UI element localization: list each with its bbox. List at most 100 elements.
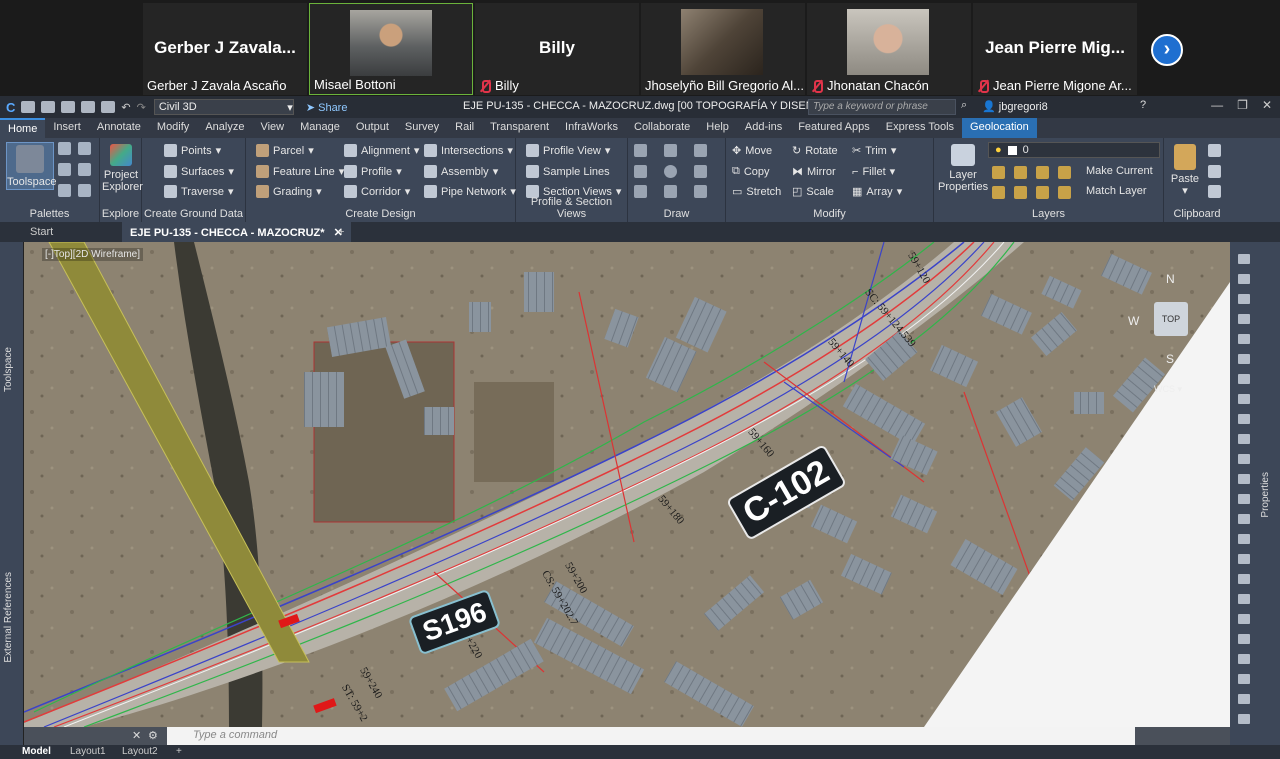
tab-survey[interactable]: Survey xyxy=(397,118,447,138)
minimize-icon[interactable]: — xyxy=(1211,98,1223,112)
match-properties-icon[interactable] xyxy=(1208,185,1221,198)
share-button[interactable]: ➤ Share xyxy=(306,101,348,114)
tool-icon[interactable] xyxy=(1238,394,1250,404)
view-cube[interactable]: TOP xyxy=(1154,302,1188,336)
tab-featured-apps[interactable]: Featured Apps xyxy=(790,118,878,138)
tool-icon[interactable] xyxy=(1238,454,1250,464)
tool-icon[interactable] xyxy=(1238,414,1250,424)
grading-button[interactable]: Grading ▾ xyxy=(256,185,322,198)
line-icon[interactable] xyxy=(634,144,647,157)
tool-icon[interactable] xyxy=(1238,694,1250,704)
intersections-button[interactable]: Intersections ▾ xyxy=(424,144,513,157)
modify-panel-label[interactable]: Modify xyxy=(726,208,933,220)
arc-icon[interactable] xyxy=(694,144,707,157)
palette-icon[interactable] xyxy=(58,163,71,176)
layer-tool-icon[interactable] xyxy=(1058,166,1071,179)
paste-button[interactable]: Paste ▾ xyxy=(1168,144,1202,197)
layers-panel-label[interactable]: Layers xyxy=(934,208,1163,220)
stretch-button[interactable]: ▭ Stretch xyxy=(732,185,781,199)
tab-annotate[interactable]: Annotate xyxy=(89,118,149,138)
next-participants-button[interactable]: › xyxy=(1151,34,1183,66)
cut-icon[interactable] xyxy=(1208,144,1221,157)
sample-lines-button[interactable]: Sample Lines xyxy=(526,165,610,178)
customize-icon[interactable]: ⚙ xyxy=(148,729,158,742)
tab-analyze[interactable]: Analyze xyxy=(197,118,252,138)
layer-tool-icon[interactable] xyxy=(1036,186,1049,199)
fillet-button[interactable]: ⌐ Fillet ▾ xyxy=(852,165,895,179)
tool-icon[interactable] xyxy=(1238,494,1250,504)
viewport-controls-label[interactable]: [-]Top][2D Wireframe] xyxy=(42,248,144,261)
tool-icon[interactable] xyxy=(1238,634,1250,644)
tab-home[interactable]: Home xyxy=(0,118,46,138)
corridor-button[interactable]: Corridor ▾ xyxy=(344,185,410,198)
participant-tile[interactable]: Billy Billy xyxy=(475,3,639,95)
workspace-dropdown[interactable]: Civil 3D ▾ xyxy=(153,99,294,115)
tool-icon[interactable] xyxy=(1238,334,1250,344)
match-layer-button[interactable]: Match Layer xyxy=(1086,185,1147,197)
participant-tile[interactable]: Jhonatan Chacón xyxy=(807,3,971,95)
save-as-icon[interactable] xyxy=(81,101,96,113)
redo-icon[interactable]: ↷ xyxy=(137,101,146,114)
point-icon[interactable] xyxy=(634,165,647,178)
scale-button[interactable]: ◰ Scale xyxy=(792,185,834,199)
app-logo-icon[interactable]: C xyxy=(6,100,15,115)
new-tab-button[interactable]: + xyxy=(330,222,352,242)
command-input[interactable]: Type a command xyxy=(167,727,1135,745)
restore-icon[interactable]: ❐ xyxy=(1237,98,1248,112)
open-file-icon[interactable] xyxy=(41,101,56,113)
project-explorer-button[interactable]: Project Explorer xyxy=(102,144,143,193)
rotate-button[interactable]: ↻ Rotate xyxy=(792,144,838,158)
tab-manage[interactable]: Manage xyxy=(292,118,348,138)
points-button[interactable]: Points ▾ xyxy=(164,144,221,157)
traverse-button[interactable]: Traverse ▾ xyxy=(164,185,234,198)
tab-active-drawing[interactable]: EJE PU-135 - CHECCA - MAZOCRUZ* ✕ xyxy=(122,222,351,242)
wcs-dropdown[interactable]: WCS ▾ xyxy=(1154,384,1182,395)
tab-add-ins[interactable]: Add-ins xyxy=(737,118,790,138)
search-icon[interactable]: ⌕ xyxy=(961,99,967,112)
new-file-icon[interactable] xyxy=(21,101,36,113)
tool-icon[interactable] xyxy=(1238,354,1250,364)
layer-dropdown[interactable]: ● 0 xyxy=(988,142,1160,158)
layer-tool-icon[interactable] xyxy=(1036,166,1049,179)
tool-icon[interactable] xyxy=(1238,614,1250,624)
layer-tool-icon[interactable] xyxy=(1058,186,1071,199)
draw-panel-label[interactable]: Draw xyxy=(628,208,725,220)
tab-output[interactable]: Output xyxy=(348,118,397,138)
palette-icon[interactable] xyxy=(78,163,91,176)
participant-tile[interactable]: Jean Pierre Mig... Jean Pierre Migone Ar… xyxy=(973,3,1137,95)
toolspace-button[interactable]: Toolspace xyxy=(6,142,57,190)
copy-button[interactable]: ⧉ Copy xyxy=(732,165,770,178)
palette-icon[interactable] xyxy=(58,184,71,197)
tool-icon[interactable] xyxy=(1238,714,1250,724)
trim-button[interactable]: ✂ Trim ▾ xyxy=(852,144,896,158)
make-current-button[interactable]: Make Current xyxy=(1086,165,1153,177)
participant-tile[interactable]: Gerber J Zavala... Gerber J Zavala Ascañ… xyxy=(143,3,307,95)
layer-tool-icon[interactable] xyxy=(992,166,1005,179)
add-layout-button[interactable]: + xyxy=(170,745,188,758)
tool-icon[interactable] xyxy=(1238,674,1250,684)
mirror-button[interactable]: ⧓ Mirror xyxy=(792,165,836,179)
tab-view[interactable]: View xyxy=(252,118,292,138)
tab-geolocation[interactable]: Geolocation xyxy=(962,118,1037,138)
palette-icon[interactable] xyxy=(58,142,71,155)
polyline-icon[interactable] xyxy=(664,144,677,157)
pipe-network-button[interactable]: Pipe Network ▾ xyxy=(424,185,516,198)
tool-icon[interactable] xyxy=(1238,434,1250,444)
tool-icon[interactable] xyxy=(1238,514,1250,524)
surfaces-button[interactable]: Surfaces ▾ xyxy=(164,165,234,178)
tool-icon[interactable] xyxy=(1238,654,1250,664)
layer-properties-button[interactable]: Layer Properties xyxy=(938,144,988,193)
tab-layout2[interactable]: Layout2 xyxy=(116,745,164,758)
tab-layout1[interactable]: Layout1 xyxy=(64,745,112,758)
tool-icon[interactable] xyxy=(1238,374,1250,384)
feature-line-button[interactable]: Feature Line ▾ xyxy=(256,165,344,178)
tab-modify[interactable]: Modify xyxy=(149,118,197,138)
layer-tool-icon[interactable] xyxy=(1014,166,1027,179)
tool-icon[interactable] xyxy=(1238,294,1250,304)
tool-icon[interactable] xyxy=(1238,314,1250,324)
tab-infraworks[interactable]: InfraWorks xyxy=(557,118,626,138)
tab-model[interactable]: Model xyxy=(16,745,57,758)
move-button[interactable]: ✥ Move xyxy=(732,144,772,158)
alignment-button[interactable]: Alignment ▾ xyxy=(344,144,419,157)
tab-transparent[interactable]: Transparent xyxy=(482,118,557,138)
